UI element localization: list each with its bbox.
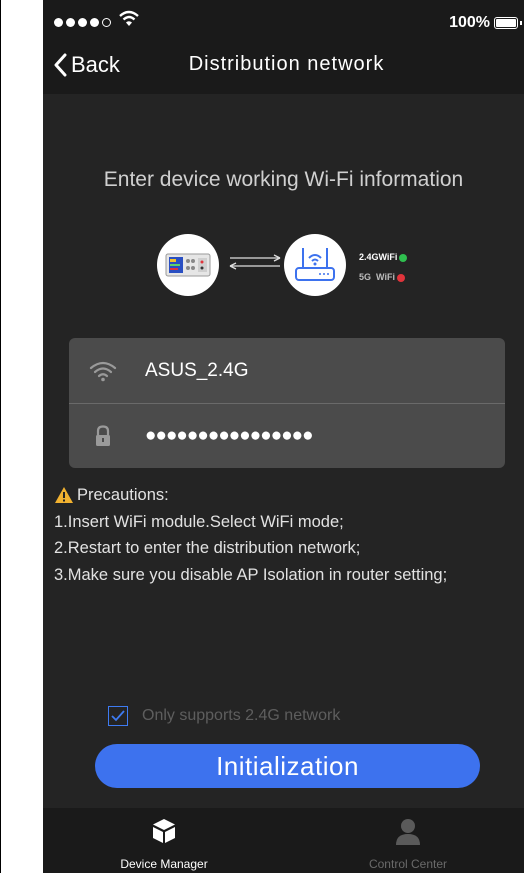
router-icon: [295, 248, 335, 281]
outer-frame-right: [524, 0, 528, 873]
band-option-label: Only supports 2.4G network: [142, 707, 341, 724]
check-badge-icon: [399, 253, 408, 262]
bidirectional-arrows-icon: [229, 254, 281, 270]
outer-frame-left: [0, 0, 43, 873]
precaution-item: 2.Restart to enter the distribution netw…: [54, 539, 361, 557]
tab-control-center[interactable]: Control Center: [308, 808, 508, 873]
band-5g-label: 5G WiFi: [359, 272, 405, 282]
person-icon: [308, 818, 508, 845]
phone-screen: 100% Back Distribution network Enter dev…: [43, 0, 524, 873]
precautions-section: Precautions: 1.Insert WiFi module.Select…: [54, 482, 514, 588]
battery-icon: [494, 17, 522, 29]
power-supply-device-icon: [165, 253, 211, 277]
tab-label: Control Center: [368, 857, 448, 871]
page-title: Distribution network: [188, 53, 385, 75]
tab-bar: Device Manager Control Center: [43, 808, 524, 873]
cell-signal-icon: [54, 18, 111, 27]
wifi-status-icon: [119, 10, 139, 26]
band-option[interactable]: Only supports 2.4G network: [108, 706, 340, 726]
tab-label: Device Manager: [120, 857, 208, 871]
ssid-row[interactable]: ASUS_2.4G: [69, 338, 505, 404]
band-24g-label: 2.4GWiFi: [359, 252, 408, 262]
precaution-item: 3.Make sure you disable AP Isolation in …: [54, 565, 448, 584]
lock-icon: [89, 424, 117, 447]
initialization-button[interactable]: Initialization: [95, 744, 480, 788]
wifi-credentials-form: ASUS_2.4G ●●●●●●●●●●●●●●●●: [69, 338, 505, 468]
password-row[interactable]: ●●●●●●●●●●●●●●●●: [69, 403, 505, 468]
battery-percentage: 100%: [449, 14, 490, 31]
router-circle: [284, 234, 346, 296]
precaution-item: 1.Insert WiFi module.Select WiFi mode;: [54, 512, 344, 531]
navigation-bar: Back Distribution network: [43, 44, 524, 94]
cube-icon: [64, 818, 264, 844]
checkmark-icon: [111, 710, 125, 722]
checkbox[interactable]: [108, 706, 128, 726]
device-circle: [157, 234, 219, 296]
cross-badge-icon: [396, 273, 405, 282]
section-heading: Enter device working Wi-Fi information: [103, 168, 464, 191]
password-field[interactable]: ●●●●●●●●●●●●●●●●: [145, 425, 314, 447]
ssid-field[interactable]: ASUS_2.4G: [145, 360, 249, 382]
network-illustration: 2.4GWiFi 5G WiFi: [43, 222, 524, 302]
warning-icon: [55, 487, 73, 504]
tab-device-manager[interactable]: Device Manager: [64, 808, 264, 873]
wifi-icon: [89, 360, 117, 382]
status-bar: 100%: [43, 0, 524, 44]
precautions-title: Precautions:: [54, 482, 514, 509]
